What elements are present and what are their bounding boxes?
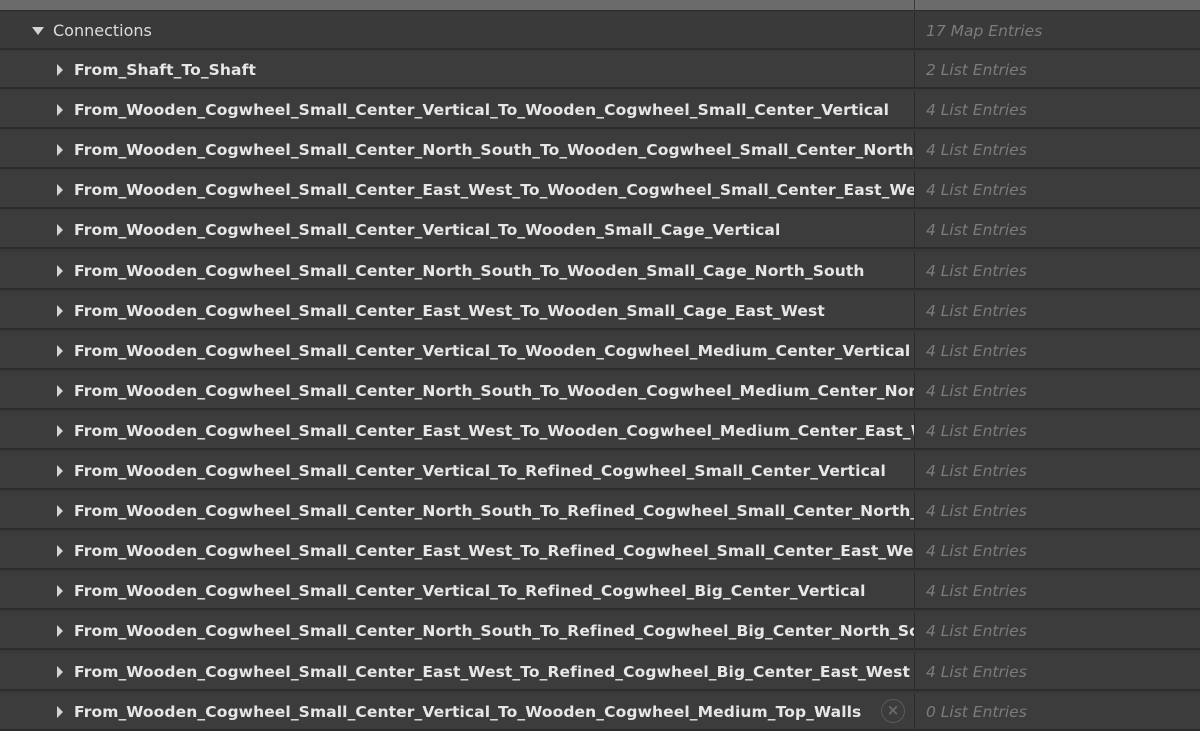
column-divider xyxy=(914,211,915,249)
triangle-right-icon[interactable] xyxy=(57,144,63,156)
connection-entry-label: From_Wooden_Cogwheel_Small_Center_East_W… xyxy=(74,422,914,440)
connection-entry-row[interactable]: From_Wooden_Cogwheel_Small_Center_East_W… xyxy=(0,412,1200,450)
column-divider xyxy=(914,452,915,490)
triangle-right-icon[interactable] xyxy=(57,625,63,637)
connection-entry-row[interactable]: From_Wooden_Cogwheel_Small_Center_North_… xyxy=(0,372,1200,410)
connection-entry-row[interactable]: From_Wooden_Cogwheel_Small_Center_North_… xyxy=(0,131,1200,169)
list-entry-count: 4 List Entries xyxy=(926,221,1027,239)
close-circle-icon[interactable]: × xyxy=(881,699,905,723)
column-divider xyxy=(914,332,915,370)
connections-map-row[interactable]: Connections 17 Map Entries xyxy=(0,12,1200,50)
connection-entry-label: From_Wooden_Cogwheel_Small_Center_North_… xyxy=(74,382,914,400)
connection-entry-row[interactable]: From_Wooden_Cogwheel_Small_Center_East_W… xyxy=(0,171,1200,209)
connection-entry-label: From_Wooden_Cogwheel_Small_Center_North_… xyxy=(74,622,914,640)
list-entry-count: 4 List Entries xyxy=(926,382,1027,400)
connection-entry-label: From_Wooden_Cogwheel_Small_Center_East_W… xyxy=(74,181,914,199)
column-divider xyxy=(914,693,915,731)
connections-label: Connections xyxy=(53,21,152,40)
column-divider xyxy=(914,51,915,89)
connection-entry-row[interactable]: From_Wooden_Cogwheel_Small_Center_Vertic… xyxy=(0,91,1200,129)
column-divider xyxy=(914,612,915,650)
list-entry-count: 4 List Entries xyxy=(926,663,1027,681)
triangle-right-icon[interactable] xyxy=(57,585,63,597)
connection-entry-row[interactable]: From_Wooden_Cogwheel_Small_Center_North_… xyxy=(0,492,1200,530)
connection-entry-row[interactable]: From_Wooden_Cogwheel_Small_Center_North_… xyxy=(0,252,1200,290)
triangle-right-icon[interactable] xyxy=(57,104,63,116)
list-entry-count: 4 List Entries xyxy=(926,622,1027,640)
triangle-right-icon[interactable] xyxy=(57,706,63,718)
connection-entry-row[interactable]: From_Wooden_Cogwheel_Small_Center_Vertic… xyxy=(0,332,1200,370)
connection-entry-label: From_Wooden_Cogwheel_Small_Center_Vertic… xyxy=(74,101,890,119)
column-divider xyxy=(914,653,915,691)
column-divider xyxy=(914,412,915,450)
column-divider xyxy=(914,12,915,50)
triangle-right-icon[interactable] xyxy=(57,425,63,437)
connection-entry-label: From_Wooden_Cogwheel_Small_Center_North_… xyxy=(74,141,914,159)
list-entry-count: 4 List Entries xyxy=(926,582,1027,600)
column-divider xyxy=(914,0,915,11)
connection-entry-label: From_Wooden_Cogwheel_Small_Center_North_… xyxy=(74,502,914,520)
connection-entry-label: From_Wooden_Cogwheel_Small_Center_East_W… xyxy=(74,302,825,320)
connection-entry-row[interactable]: From_Wooden_Cogwheel_Small_Center_North_… xyxy=(0,612,1200,650)
triangle-right-icon[interactable] xyxy=(57,545,63,557)
column-divider xyxy=(914,532,915,570)
column-divider xyxy=(914,492,915,530)
connection-entry-row[interactable]: From_Wooden_Cogwheel_Small_Center_Vertic… xyxy=(0,452,1200,490)
list-entry-count: 4 List Entries xyxy=(926,462,1027,480)
connection-entry-row[interactable]: From_Wooden_Cogwheel_Small_Center_East_W… xyxy=(0,532,1200,570)
column-divider xyxy=(914,131,915,169)
connection-entry-row[interactable]: From_Wooden_Cogwheel_Small_Center_East_W… xyxy=(0,292,1200,330)
triangle-right-icon[interactable] xyxy=(57,265,63,277)
column-divider xyxy=(914,572,915,610)
list-entry-count: 4 List Entries xyxy=(926,542,1027,560)
column-divider xyxy=(914,91,915,129)
connection-entry-label: From_Wooden_Cogwheel_Small_Center_East_W… xyxy=(74,542,914,560)
connection-entry-label: From_Wooden_Cogwheel_Small_Center_Vertic… xyxy=(74,462,886,480)
triangle-right-icon[interactable] xyxy=(57,184,63,196)
triangle-right-icon[interactable] xyxy=(57,305,63,317)
list-entry-count: 4 List Entries xyxy=(926,342,1027,360)
triangle-down-icon[interactable] xyxy=(32,27,44,35)
triangle-right-icon[interactable] xyxy=(57,64,63,76)
connection-entry-label: From_Wooden_Cogwheel_Small_Center_Vertic… xyxy=(74,703,862,721)
connection-entry-label: From_Wooden_Cogwheel_Small_Center_Vertic… xyxy=(74,221,781,239)
triangle-right-icon[interactable] xyxy=(57,666,63,678)
connection-entry-row[interactable]: From_Shaft_To_Shaft 2 List Entries xyxy=(0,51,1200,89)
triangle-right-icon[interactable] xyxy=(57,505,63,517)
list-entry-count: 2 List Entries xyxy=(926,61,1027,79)
connection-entry-label: From_Wooden_Cogwheel_Small_Center_North_… xyxy=(74,262,865,280)
triangle-right-icon[interactable] xyxy=(57,224,63,236)
list-entry-count: 4 List Entries xyxy=(926,262,1027,280)
connection-entry-row[interactable]: From_Wooden_Cogwheel_Small_Center_Vertic… xyxy=(0,693,1200,731)
list-entry-count: 4 List Entries xyxy=(926,181,1027,199)
connection-entry-row[interactable]: From_Wooden_Cogwheel_Small_Center_Vertic… xyxy=(0,572,1200,610)
list-entry-count: 4 List Entries xyxy=(926,141,1027,159)
column-divider xyxy=(914,292,915,330)
list-entry-count: 0 List Entries xyxy=(926,703,1027,721)
connection-entry-row[interactable]: From_Wooden_Cogwheel_Small_Center_Vertic… xyxy=(0,211,1200,249)
triangle-right-icon[interactable] xyxy=(57,385,63,397)
column-divider xyxy=(914,372,915,410)
connection-entry-label: From_Wooden_Cogwheel_Small_Center_Vertic… xyxy=(74,342,911,360)
triangle-right-icon[interactable] xyxy=(57,345,63,357)
column-divider xyxy=(914,252,915,290)
list-entry-count: 4 List Entries xyxy=(926,302,1027,320)
connection-entry-row[interactable]: From_Wooden_Cogwheel_Small_Center_East_W… xyxy=(0,653,1200,691)
column-divider xyxy=(914,171,915,209)
connection-entry-label: From_Wooden_Cogwheel_Small_Center_East_W… xyxy=(74,663,910,681)
triangle-right-icon[interactable] xyxy=(57,465,63,477)
property-panel: Connections 17 Map Entries From_Shaft_To… xyxy=(0,0,1200,731)
map-entry-count: 17 Map Entries xyxy=(926,22,1043,40)
connection-entry-label: From_Shaft_To_Shaft xyxy=(74,61,256,79)
list-entry-count: 4 List Entries xyxy=(926,502,1027,520)
connection-entry-label: From_Wooden_Cogwheel_Small_Center_Vertic… xyxy=(74,582,866,600)
list-entry-count: 4 List Entries xyxy=(926,101,1027,119)
list-entry-count: 4 List Entries xyxy=(926,422,1027,440)
top-scroll-bar xyxy=(0,0,1200,11)
